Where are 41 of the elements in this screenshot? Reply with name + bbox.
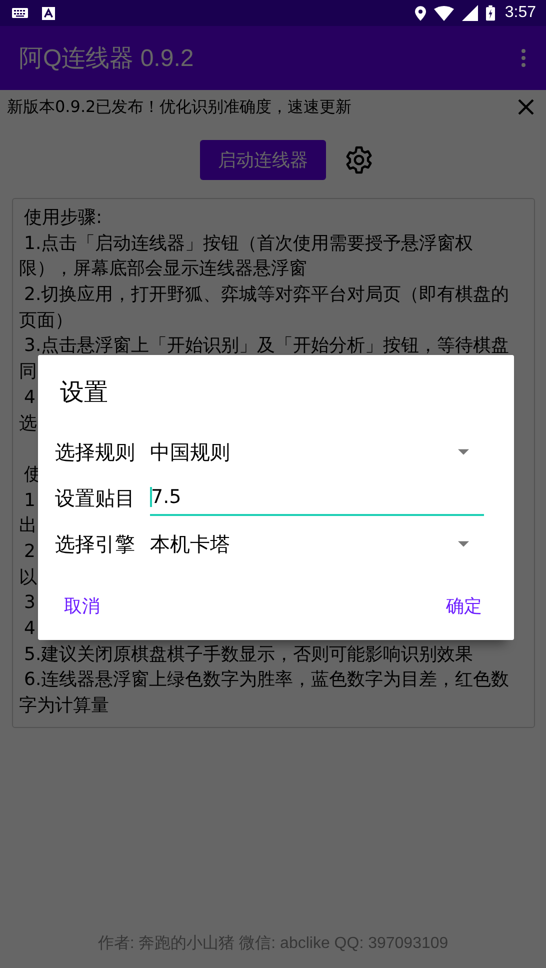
instruction-text: 4 bbox=[23, 386, 36, 410]
location-icon bbox=[414, 6, 426, 20]
instruction-text: 2.切换应用，打开野狐、弈城等对弈平台对局页（即有棋盘的 bbox=[23, 283, 510, 308]
instruction-text: 6.连线器悬浮窗上绿色数字为胜率，蓝色数字为目差，红色数 bbox=[23, 668, 510, 692]
keyboard-icon bbox=[12, 8, 28, 18]
battery-icon bbox=[486, 5, 495, 21]
dropdown[interactable]: 本机卡塔 bbox=[150, 524, 484, 564]
komi-input-field[interactable]: 7.5 bbox=[150, 480, 484, 516]
app-title: 阿Q连线器 0.9.2 bbox=[19, 44, 194, 74]
setting-label: 选择规则 bbox=[55, 438, 136, 466]
instruction-text: 以 bbox=[19, 566, 37, 590]
instruction-text: 2 bbox=[23, 540, 36, 564]
instruction-text: 1.点击「启动连线器」按钮（首次使用需要授予悬浮窗权 bbox=[23, 232, 474, 256]
instruction-text: 3 bbox=[23, 591, 36, 616]
dropdown[interactable]: 中国规则 bbox=[150, 432, 484, 472]
wifi-icon bbox=[434, 6, 454, 20]
instruction-text: 同 bbox=[19, 360, 37, 384]
instruction-text: 4 bbox=[23, 617, 36, 641]
clock-time: 3:57 bbox=[504, 4, 536, 22]
dialog-button[interactable]: 确定 bbox=[434, 586, 494, 626]
instruction-text: 使用步骤: bbox=[23, 206, 102, 230]
instruction-text: 限），屏幕底部会显示连线器悬浮窗 bbox=[19, 257, 307, 282]
instruction-text: 3.点击悬浮窗上「开始识别」及「开始分析」按钮，等待棋盘 bbox=[23, 334, 510, 358]
caret-icon bbox=[458, 541, 469, 547]
setting-label: 选择引擎 bbox=[55, 530, 136, 558]
dialog-button[interactable]: 取消 bbox=[52, 586, 112, 626]
instruction-text: 字为计算量 bbox=[19, 694, 109, 718]
update-notice: 新版本0.9.2已发布！优化识别准确度，速速更新 bbox=[7, 96, 352, 118]
more-options-icon[interactable] bbox=[521, 49, 526, 67]
setting-label: 设置贴目 bbox=[55, 484, 136, 512]
instruction-text: 页面） bbox=[19, 308, 73, 333]
font-icon bbox=[42, 6, 55, 20]
instruction-text: 选 bbox=[19, 412, 37, 436]
instruction-text: 出 bbox=[19, 514, 37, 538]
dialog-title: 设置 bbox=[59, 377, 109, 408]
settings-icon[interactable] bbox=[344, 145, 374, 175]
signal-icon bbox=[462, 5, 478, 21]
caret-icon bbox=[458, 449, 469, 455]
instruction-text: 1 bbox=[23, 488, 36, 513]
instruction-text: 5.建议关闭原棋盘棋子手数显示，否则可能影响识别效果 bbox=[23, 642, 474, 667]
close-icon[interactable] bbox=[518, 99, 534, 115]
